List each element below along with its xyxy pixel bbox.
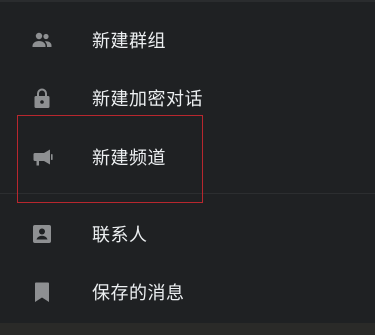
menu-item-label: 联系人	[92, 225, 148, 246]
menu-item-label: 新建加密对话	[92, 89, 203, 110]
bottom-edge	[0, 323, 375, 335]
menu-item-new-secret-chat[interactable]: 新建加密对话	[0, 69, 375, 127]
menu-item-label: 保存的消息	[92, 283, 185, 304]
megaphone-icon	[30, 145, 54, 169]
menu-divider	[0, 193, 375, 194]
menu-item-new-group[interactable]: 新建群组	[0, 11, 375, 69]
menu-item-label: 新建频道	[92, 148, 166, 169]
menu-item-new-channel[interactable]: 新建频道	[0, 128, 375, 186]
contact-icon	[30, 222, 54, 246]
menu-item-saved-messages[interactable]: 保存的消息	[0, 263, 375, 321]
bookmark-icon	[30, 280, 54, 304]
lock-icon	[30, 86, 54, 110]
top-edge	[0, 0, 375, 2]
menu-item-label: 新建群组	[92, 31, 166, 52]
group-icon	[30, 28, 54, 52]
menu-item-contacts[interactable]: 联系人	[0, 205, 375, 263]
drawer-menu: 新建群组 新建加密对话 新建频道 联系人 保存的消息	[0, 0, 375, 335]
